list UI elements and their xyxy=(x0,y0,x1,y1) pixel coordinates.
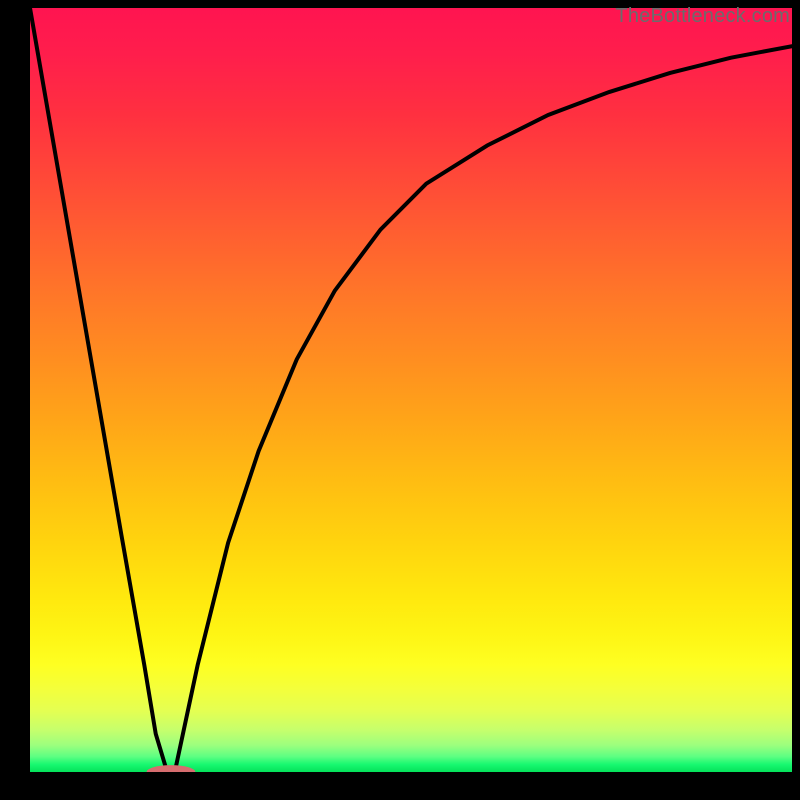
series-group xyxy=(30,8,792,772)
left-branch-line xyxy=(30,8,167,772)
watermark-text: TheBottleneck.com xyxy=(615,5,790,28)
plot-area xyxy=(30,8,792,772)
chart-frame: TheBottleneck.com xyxy=(0,0,800,800)
right-branch-line xyxy=(175,46,792,772)
bottleneck-marker xyxy=(147,765,196,772)
line-chart-svg xyxy=(30,8,792,772)
